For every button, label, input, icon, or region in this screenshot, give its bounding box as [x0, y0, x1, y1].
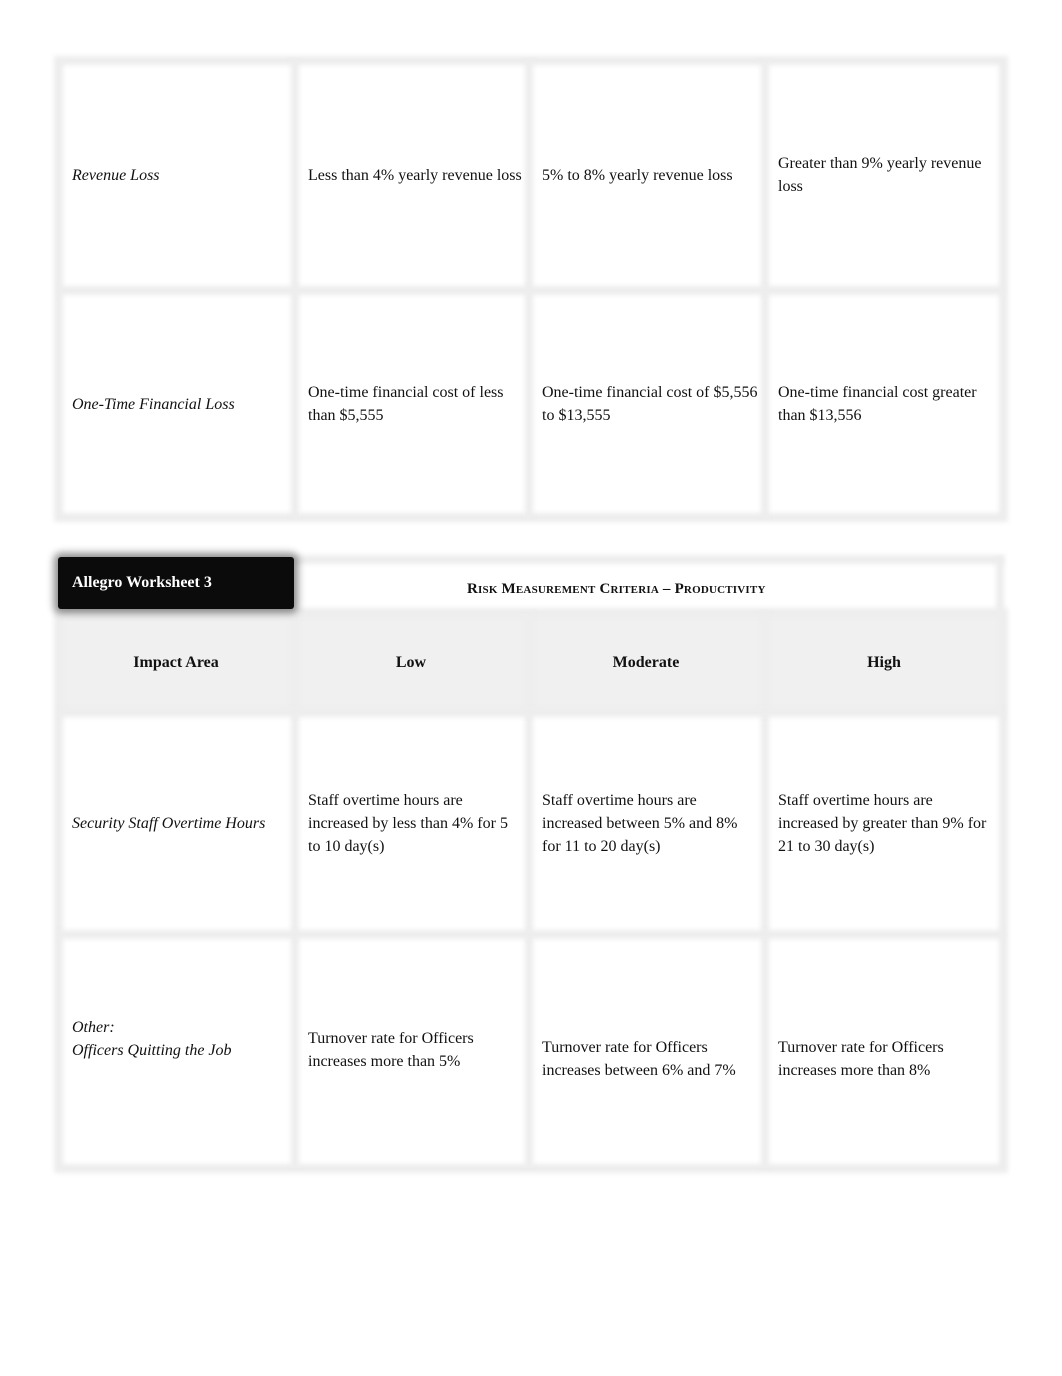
worksheet-label: Allegro Worksheet 3	[58, 557, 294, 609]
worksheet-title: Risk Measurement Criteria – Productivity	[294, 557, 1004, 612]
impact-area-cell: Revenue Loss	[58, 60, 294, 290]
worksheet-title-row: Allegro Worksheet 3 Risk Measurement Cri…	[58, 557, 1004, 612]
high-criteria-cell: One-time financial cost greater than $13…	[764, 290, 1004, 518]
table-row: Other: Officers Quitting the Job Turnove…	[58, 934, 1004, 1166]
financial-criteria-table-continued: Revenue Loss Less than 4% yearly revenue…	[54, 56, 1008, 522]
impact-area-prefix: Other:	[72, 1019, 115, 1036]
header-moderate: Moderate	[528, 612, 764, 712]
header-low: Low	[294, 612, 528, 712]
moderate-criteria-cell: 5% to 8% yearly revenue loss	[528, 60, 764, 290]
low-criteria-cell: Turnover rate for Officers increases mor…	[294, 934, 528, 1166]
low-criteria-cell: Less than 4% yearly revenue loss	[294, 60, 528, 290]
impact-area-cell: One-Time Financial Loss	[58, 290, 294, 518]
high-criteria-cell: Turnover rate for Officers increases mor…	[764, 934, 1004, 1166]
moderate-criteria-cell: Staff overtime hours are increased betwe…	[528, 712, 764, 934]
table-row: Security Staff Overtime Hours Staff over…	[58, 712, 1004, 934]
moderate-criteria-cell: Turnover rate for Officers increases bet…	[528, 934, 764, 1166]
impact-area-cell: Security Staff Overtime Hours	[58, 712, 294, 934]
table-row: Revenue Loss Less than 4% yearly revenue…	[58, 60, 1004, 290]
low-criteria-cell: Staff overtime hours are increased by le…	[294, 712, 528, 934]
high-criteria-cell: Greater than 9% yearly revenue loss	[764, 60, 1004, 290]
high-criteria-cell: Staff overtime hours are increased by gr…	[764, 712, 1004, 934]
header-impact-area: Impact Area	[58, 612, 294, 712]
moderate-criteria-cell: One-time financial cost of $5,556 to $13…	[528, 290, 764, 518]
impact-area-name: Officers Quitting the Job	[72, 1042, 232, 1059]
impact-area-cell: Other: Officers Quitting the Job	[58, 934, 294, 1166]
low-criteria-cell: One-time financial cost of less than $5,…	[294, 290, 528, 518]
table-header-row: Impact Area Low Moderate High	[58, 612, 1004, 712]
table-row: One-Time Financial Loss One-time financi…	[58, 290, 1004, 518]
productivity-criteria-table: Allegro Worksheet 3 Risk Measurement Cri…	[54, 555, 1008, 1173]
header-high: High	[764, 612, 1004, 712]
